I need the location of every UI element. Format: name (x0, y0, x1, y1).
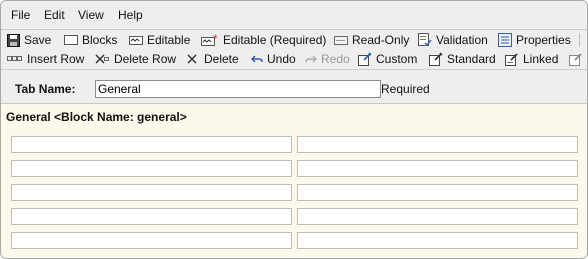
save-icon (7, 33, 20, 47)
field-cell[interactable] (297, 184, 578, 201)
editable-required-icon: * (201, 34, 218, 46)
menu-edit[interactable]: Edit (44, 8, 65, 22)
properties-button[interactable]: Properties (498, 32, 571, 48)
overflow-icon (569, 53, 582, 66)
insert-row-button[interactable]: Insert Row (7, 51, 84, 67)
field-cell[interactable] (11, 208, 292, 225)
field-cell[interactable] (297, 208, 578, 225)
redo-label: Redo (321, 52, 350, 66)
properties-label: Properties (516, 33, 571, 47)
field-cell[interactable] (297, 160, 578, 177)
standard-icon (429, 52, 443, 66)
required-indicator: Required (381, 82, 430, 96)
field-cell[interactable] (11, 160, 292, 177)
field-cell[interactable] (11, 136, 292, 153)
linked-button[interactable]: Linked (505, 51, 558, 67)
undo-button[interactable]: Undo (251, 51, 296, 67)
read-only-icon (334, 36, 348, 45)
delete-row-button[interactable]: Delete Row (94, 51, 176, 67)
delete-button[interactable]: Delete (186, 51, 239, 67)
standard-button[interactable]: Standard (429, 51, 496, 67)
delete-label: Delete (204, 52, 239, 66)
read-only-label: Read-Only (352, 33, 410, 47)
undo-icon (251, 55, 263, 63)
save-label: Save (24, 33, 52, 47)
custom-icon (358, 52, 372, 66)
custom-label: Custom (376, 52, 418, 66)
delete-row-icon (95, 54, 109, 64)
read-only-button[interactable]: Read-Only (334, 32, 409, 48)
blocks-icon (64, 35, 78, 45)
standard-label: Standard (447, 52, 496, 66)
window: File Edit View Help Save Blocks Editable… (0, 0, 588, 259)
tab-name-input[interactable] (95, 80, 381, 98)
linked-label: Linked (523, 52, 559, 66)
menu-bar: File Edit View Help (1, 1, 587, 30)
editable-label: Editable (147, 33, 191, 47)
insert-row-label: Insert Row (27, 52, 85, 66)
field-cell[interactable] (11, 184, 292, 201)
validation-label: Validation (436, 33, 488, 47)
block-title: General <Block Name: general> (6, 110, 187, 124)
properties-icon (498, 33, 512, 47)
undo-label: Undo (267, 52, 296, 66)
insert-row-icon (7, 56, 22, 61)
editable-required-label: Editable (Required) (223, 33, 327, 47)
save-button[interactable]: Save (7, 32, 51, 48)
validation-icon (418, 33, 432, 47)
custom-button[interactable]: Custom (358, 51, 417, 67)
menu-help[interactable]: Help (118, 8, 143, 22)
toolbar-secondary: Insert Row Delete Row Delete Undo Redo C… (1, 49, 587, 70)
field-cell[interactable] (11, 232, 292, 249)
delete-icon (187, 54, 197, 64)
field-cell[interactable] (297, 136, 578, 153)
toolbar-primary: Save Blocks Editable * Editable (Require… (1, 30, 587, 51)
field-cell[interactable] (297, 232, 578, 249)
tab-name-label: Tab Name: (15, 82, 76, 96)
blocks-label: Blocks (82, 33, 118, 47)
toolbar-separator (579, 33, 580, 47)
editable-icon (129, 36, 143, 45)
overflow-button[interactable] (569, 51, 587, 67)
linked-icon (505, 53, 518, 66)
tab-name-row: Tab Name: Required (1, 73, 587, 104)
redo-icon (305, 55, 317, 63)
editable-required-button[interactable]: * Editable (Required) (201, 32, 326, 48)
menu-view[interactable]: View (78, 8, 104, 22)
blocks-button[interactable]: Blocks (64, 32, 117, 48)
editable-button[interactable]: Editable (129, 32, 190, 48)
redo-button[interactable]: Redo (305, 51, 350, 67)
menu-file[interactable]: File (11, 8, 30, 22)
svg-text:*: * (213, 34, 218, 44)
validation-button[interactable]: Validation (418, 32, 488, 48)
block-panel: General <Block Name: general> (1, 104, 587, 258)
delete-row-label: Delete Row (114, 52, 177, 66)
